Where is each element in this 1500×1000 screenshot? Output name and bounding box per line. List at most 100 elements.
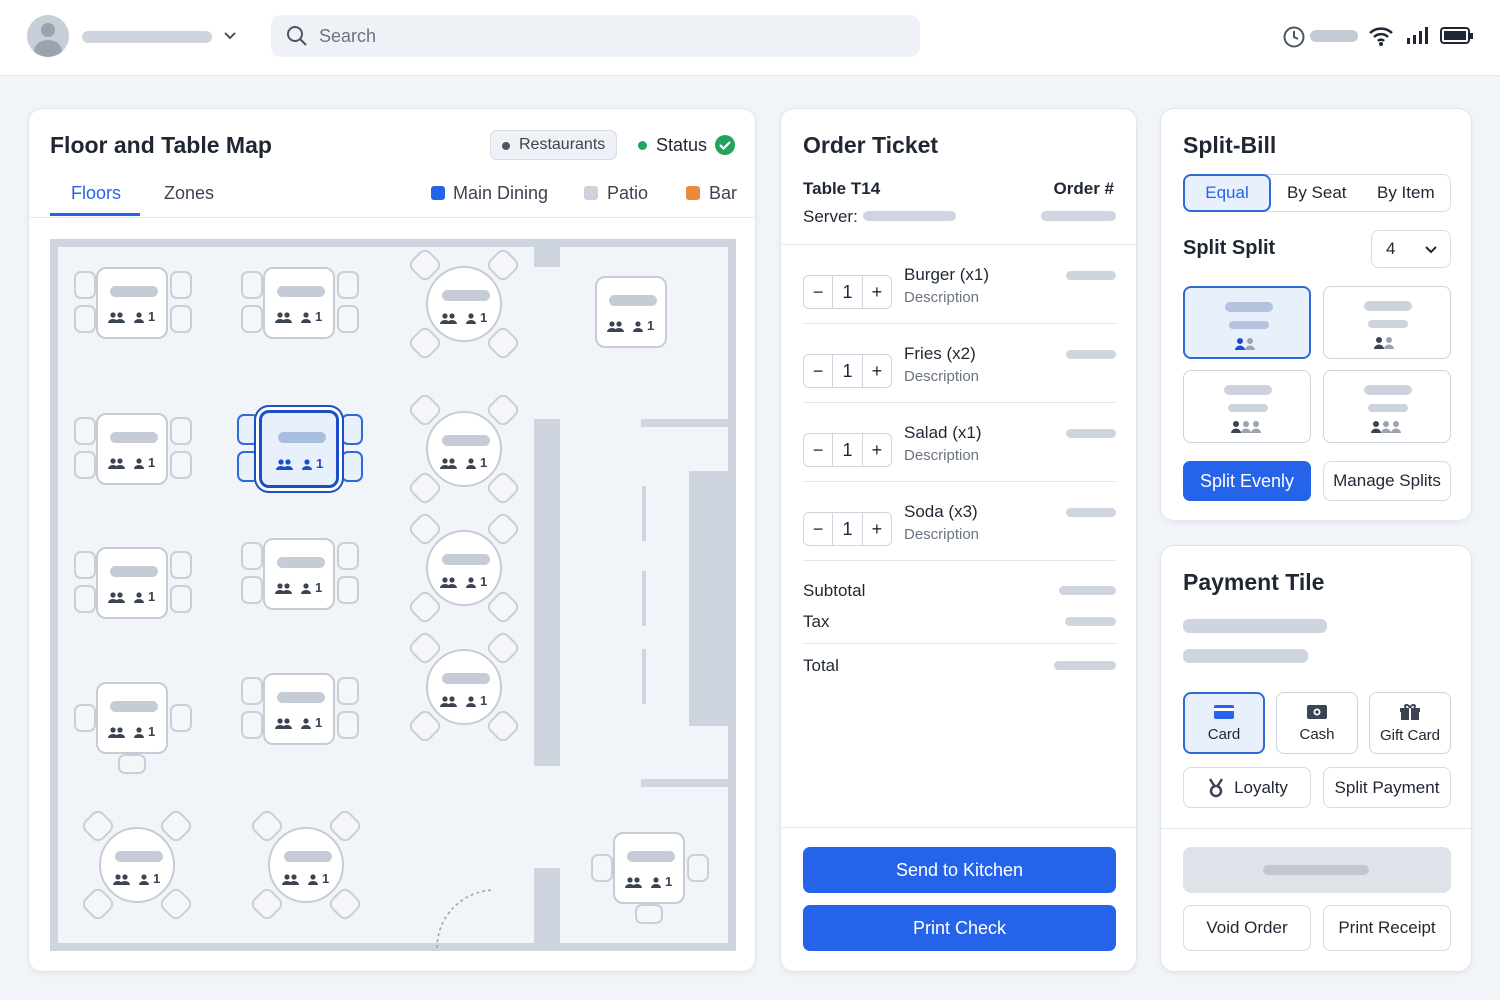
round-table[interactable]: 1 xyxy=(99,827,175,903)
zone-bar[interactable]: Bar xyxy=(709,183,737,204)
decrement-button[interactable]: − xyxy=(804,361,832,382)
item-price xyxy=(1066,350,1116,359)
chair xyxy=(170,451,192,479)
zone-patio[interactable]: Patio xyxy=(607,183,648,204)
split-sub-placeholder xyxy=(1229,321,1269,329)
split-option[interactable] xyxy=(1323,370,1451,443)
split-option-selected[interactable] xyxy=(1183,286,1311,359)
quantity-value[interactable]: 1 xyxy=(832,355,863,387)
round-table[interactable]: 1 xyxy=(268,827,344,903)
split-evenly-button[interactable]: Split Evenly xyxy=(1183,461,1311,501)
avatar[interactable] xyxy=(27,15,69,57)
quantity-value[interactable]: 1 xyxy=(832,513,863,545)
chair xyxy=(170,704,192,732)
increment-button[interactable]: + xyxy=(863,519,891,540)
chair xyxy=(74,271,96,299)
chair xyxy=(170,305,192,333)
zone-main-dining[interactable]: Main Dining xyxy=(453,183,548,204)
search-bar[interactable]: Search xyxy=(271,15,920,57)
item-name: Fries (x2) xyxy=(904,344,976,363)
chair xyxy=(591,854,613,882)
divider xyxy=(642,486,646,541)
round-table[interactable]: 1 xyxy=(426,411,502,487)
pay-gift-card-button[interactable]: Gift Card xyxy=(1369,692,1451,754)
round-table[interactable]: 1 xyxy=(426,530,502,606)
table[interactable]: 1 xyxy=(263,673,335,745)
void-order-button[interactable]: Void Order xyxy=(1183,905,1311,951)
table-label-placeholder xyxy=(110,566,158,578)
people-icon xyxy=(1374,337,1394,349)
table[interactable]: 1 xyxy=(96,682,168,754)
seat-count: 1 xyxy=(665,873,673,889)
increment-button[interactable]: + xyxy=(863,361,891,382)
split-sub-placeholder xyxy=(1368,320,1408,328)
increment-button[interactable]: + xyxy=(863,282,891,303)
split-option[interactable] xyxy=(1323,286,1451,359)
tab-floors[interactable]: Floors xyxy=(71,183,121,204)
seat-count: 1 xyxy=(148,454,156,470)
print-check-button[interactable]: Print Check xyxy=(803,905,1116,951)
chair xyxy=(337,576,359,604)
chair xyxy=(74,451,96,479)
chair xyxy=(118,754,146,774)
split-title-placeholder xyxy=(1225,302,1273,312)
quantity-value[interactable]: 1 xyxy=(832,276,863,308)
round-table[interactable]: 1 xyxy=(426,649,502,725)
chair xyxy=(341,414,363,445)
split-mode-by-seat[interactable]: By Seat xyxy=(1287,183,1347,203)
table-label-placeholder xyxy=(115,851,163,863)
table[interactable]: 1 xyxy=(96,413,168,485)
seat-count: 1 xyxy=(480,309,488,325)
item-price xyxy=(1066,508,1116,517)
manage-splits-button[interactable]: Manage Splits xyxy=(1323,461,1451,501)
user-name-placeholder xyxy=(82,31,212,43)
split-payment-button[interactable]: Split Payment xyxy=(1323,767,1451,808)
decrement-button[interactable]: − xyxy=(804,519,832,540)
search-input[interactable]: Search xyxy=(319,26,376,47)
chair xyxy=(170,585,192,613)
pay-cash-button[interactable]: Cash xyxy=(1276,692,1358,754)
table[interactable]: 1 xyxy=(96,267,168,339)
table[interactable]: 1 xyxy=(263,267,335,339)
chair xyxy=(241,542,263,570)
tab-zones[interactable]: Zones xyxy=(164,183,214,204)
floor-map-card: Floor and Table Map Restaurants Status F… xyxy=(28,108,756,972)
send-to-kitchen-button[interactable]: Send to Kitchen xyxy=(803,847,1116,893)
loyalty-button[interactable]: Loyalty xyxy=(1183,767,1311,808)
decrement-button[interactable]: − xyxy=(804,440,832,461)
table-label-placeholder xyxy=(110,286,158,298)
gift-icon xyxy=(1400,703,1420,720)
split-count-select[interactable]: 4 xyxy=(1371,230,1451,268)
total-value xyxy=(1054,661,1116,670)
split-option[interactable] xyxy=(1183,370,1311,443)
split-mode-equal[interactable]: Equal xyxy=(1183,174,1271,212)
print-receipt-button[interactable]: Print Receipt xyxy=(1323,905,1451,951)
table[interactable]: 1 xyxy=(613,832,685,904)
pay-now-button-disabled[interactable] xyxy=(1183,847,1451,893)
time-placeholder xyxy=(1310,30,1358,42)
quantity-value[interactable]: 1 xyxy=(832,434,863,466)
chevron-down-icon xyxy=(1425,246,1437,254)
table-selected[interactable]: 1 xyxy=(259,410,339,488)
table[interactable]: 1 xyxy=(595,276,667,348)
table-label-placeholder xyxy=(277,286,325,298)
pay-card-button[interactable]: Card xyxy=(1183,692,1265,754)
pay-gift-card-label: Gift Card xyxy=(1379,726,1440,744)
cash-icon xyxy=(1307,704,1327,719)
item-price xyxy=(1066,429,1116,438)
table-label-placeholder xyxy=(442,554,490,566)
table-label-placeholder xyxy=(442,673,490,685)
increment-button[interactable]: + xyxy=(863,440,891,461)
table-label-placeholder xyxy=(627,851,675,863)
restaurants-filter[interactable]: Restaurants xyxy=(490,130,617,160)
round-table[interactable]: 1 xyxy=(426,266,502,342)
table[interactable]: 1 xyxy=(96,547,168,619)
wall xyxy=(641,419,735,427)
split-mode-by-item[interactable]: By Item xyxy=(1377,183,1435,203)
decrement-button[interactable]: − xyxy=(804,282,832,303)
chevron-down-icon[interactable] xyxy=(222,28,238,44)
split-title-placeholder xyxy=(1364,301,1412,311)
chair xyxy=(635,904,663,924)
seat-count: 1 xyxy=(315,714,323,730)
table[interactable]: 1 xyxy=(263,538,335,610)
